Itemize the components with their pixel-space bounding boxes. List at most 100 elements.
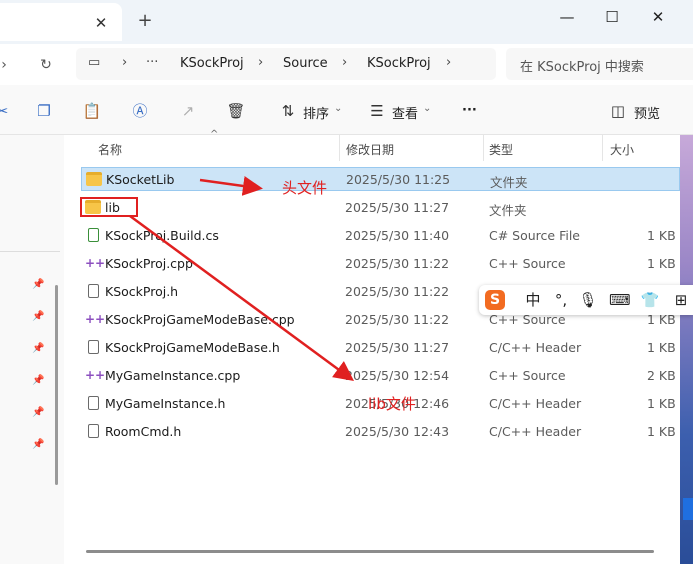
file-name: KSockProjGameModeBase.h	[105, 340, 280, 355]
pin-icon[interactable]: 📌	[32, 375, 44, 387]
chevron-right-icon: ›	[342, 55, 348, 70]
refresh-icon[interactable]: ↻	[36, 55, 56, 75]
new-tab-icon[interactable]: +	[136, 12, 154, 30]
header-file-icon	[88, 284, 99, 298]
chevron-right-icon: ›	[258, 55, 264, 70]
table-row[interactable]: KSockProjGameModeBase.h 2025/5/30 11:27 …	[81, 336, 680, 360]
file-size: 2 KB	[647, 368, 676, 383]
delete-icon[interactable]: 🗑	[226, 101, 246, 121]
breadcrumb-overflow[interactable]: ···	[146, 55, 158, 70]
file-type: C/C++ Header	[489, 424, 582, 439]
chevron-right-icon: ›	[446, 55, 452, 70]
file-name: RoomCmd.h	[105, 424, 182, 439]
table-row[interactable]: lib 2025/5/30 11:27 文件夹	[81, 196, 680, 220]
file-date: 2025/5/30 11:22	[345, 312, 450, 327]
file-type: C++ Source	[489, 256, 566, 271]
view-button[interactable]: 查看	[392, 103, 418, 122]
csharp-file-icon	[88, 228, 99, 242]
column-header-type[interactable]: 类型	[489, 141, 513, 158]
navigation-pane: 📌 📌 📌 📌 📌 📌	[0, 135, 64, 564]
more-options-button[interactable]: ···	[462, 103, 477, 118]
file-type: C++ Source	[489, 368, 566, 383]
table-row[interactable]: KSocketLib 2025/5/30 11:25 文件夹	[81, 167, 680, 191]
ime-mode-toggle[interactable]: 中	[523, 290, 543, 310]
file-size: 1 KB	[647, 340, 676, 355]
file-size: 1 KB	[647, 424, 676, 439]
file-type: C# Source File	[489, 228, 580, 243]
share-icon[interactable]: ↗	[178, 101, 198, 121]
close-window-icon[interactable]: ✕	[647, 6, 669, 28]
microphone-icon[interactable]: 🎙	[578, 290, 598, 310]
cut-icon[interactable]: ✂	[0, 101, 12, 121]
column-divider[interactable]	[602, 135, 603, 161]
pin-icon[interactable]: 📌	[32, 279, 44, 291]
computer-icon: ▭	[88, 55, 101, 70]
cpp-file-icon: ++	[85, 256, 106, 270]
breadcrumb-item[interactable]: KSockProj	[367, 56, 431, 71]
preview-button[interactable]: 预览	[634, 103, 660, 122]
sort-icon[interactable]: ⇅	[278, 101, 298, 121]
keyboard-icon[interactable]: ⌨	[609, 290, 631, 310]
search-box[interactable]: 在 KSockProj 中搜索	[506, 48, 693, 80]
forward-icon[interactable]: ›	[0, 55, 14, 75]
cpp-file-icon: ++	[85, 312, 106, 326]
file-name: KSockProj.h	[105, 284, 179, 299]
header-file-icon	[88, 396, 99, 410]
table-row[interactable]: ++ KSockProj.cpp 2025/5/30 11:22 C++ Sou…	[81, 252, 680, 276]
file-type: C/C++ Header	[489, 340, 582, 355]
file-date: 2025/5/30 11:27	[345, 200, 450, 215]
header-file-icon	[88, 424, 99, 438]
column-divider[interactable]	[339, 135, 340, 161]
active-tab[interactable]: ✕	[0, 3, 122, 41]
file-date: 2025/5/30 12:54	[345, 368, 450, 383]
title-bar: ✕ + — ☐ ✕	[0, 0, 693, 44]
file-date: 2025/5/30 12:43	[345, 424, 450, 439]
paste-icon[interactable]: 📋	[82, 101, 102, 121]
minimize-icon[interactable]: —	[556, 6, 578, 28]
desktop-taskbar-edge	[683, 498, 693, 520]
annotation-box	[80, 197, 138, 217]
navigation-bar: › ↻ ▭ › ··· KSockProj › Source › KSockPr…	[0, 44, 693, 85]
sort-button[interactable]: 排序	[303, 103, 329, 122]
pane-scrollbar[interactable]	[55, 285, 58, 485]
table-row[interactable]: RoomCmd.h 2025/5/30 12:43 C/C++ Header 1…	[81, 420, 680, 444]
file-name: KSockProjGameModeBase.cpp	[105, 312, 295, 327]
skin-icon[interactable]: 👕	[640, 290, 660, 310]
pin-icon[interactable]: 📌	[32, 311, 44, 323]
file-date: 2025/5/30 11:40	[345, 228, 450, 243]
chevron-down-icon: ⌄	[423, 103, 432, 114]
ime-toolbar: S 中 °, 🎙 ⌨ 👕 ⊞	[479, 285, 693, 315]
pin-icon[interactable]: 📌	[32, 439, 44, 451]
file-name: KSockProj.Build.cs	[105, 228, 219, 243]
file-date: 2025/5/30 11:27	[345, 340, 450, 355]
pin-icon[interactable]: 📌	[32, 407, 44, 419]
toolbox-icon[interactable]: ⊞	[671, 290, 691, 310]
column-header-row: 名称 修改日期 类型 大小	[64, 135, 693, 161]
horizontal-scrollbar[interactable]	[86, 550, 654, 553]
view-icon[interactable]: ☰	[367, 101, 387, 121]
breadcrumb-item[interactable]: Source	[283, 56, 328, 71]
breadcrumb-item[interactable]: KSockProj	[180, 56, 244, 71]
column-header-size[interactable]: 大小	[610, 141, 634, 158]
pin-icon[interactable]: 📌	[32, 343, 44, 355]
file-size: 1 KB	[647, 228, 676, 243]
punctuation-icon[interactable]: °,	[551, 290, 571, 310]
preview-pane-icon[interactable]: ◫	[608, 101, 628, 121]
rename-icon[interactable]: Ⓐ	[130, 101, 150, 121]
table-row[interactable]: KSockProj.Build.cs 2025/5/30 11:40 C# So…	[81, 224, 680, 248]
cpp-file-icon: ++	[85, 368, 106, 382]
file-size: 1 KB	[647, 396, 676, 411]
table-row[interactable]: ++ MyGameInstance.cpp 2025/5/30 12:54 C+…	[81, 364, 680, 388]
chevron-right-icon: ›	[122, 55, 128, 70]
column-divider[interactable]	[483, 135, 484, 161]
file-size: 1 KB	[647, 256, 676, 271]
column-header-name[interactable]: 名称	[98, 141, 122, 158]
search-input[interactable]: 在 KSockProj 中搜索	[520, 56, 644, 75]
maximize-icon[interactable]: ☐	[601, 6, 623, 28]
column-header-modified[interactable]: 修改日期	[346, 141, 394, 158]
file-name: KSockProj.cpp	[105, 256, 193, 271]
sogou-logo-icon[interactable]: S	[485, 290, 505, 310]
close-tab-icon[interactable]: ✕	[92, 14, 110, 32]
copy-icon[interactable]: ❐	[34, 101, 54, 121]
address-bar[interactable]: ▭ › ··· KSockProj › Source › KSockProj ›	[76, 48, 496, 80]
